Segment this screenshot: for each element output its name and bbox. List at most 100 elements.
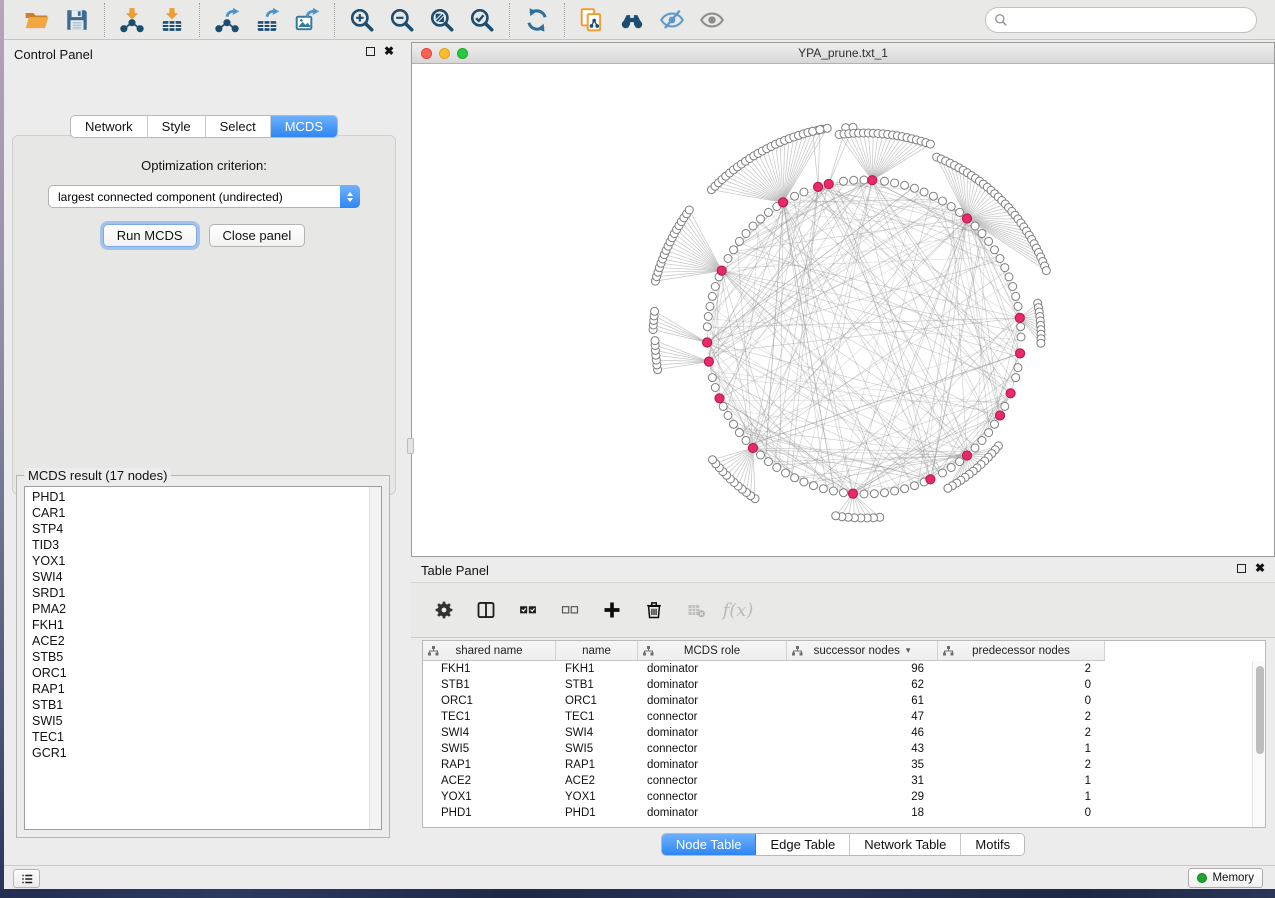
select-all-rows-button[interactable]	[511, 593, 545, 627]
zoom-in-button[interactable]	[342, 4, 382, 36]
cell-shared-name[interactable]: FKH1	[423, 661, 556, 677]
tab-select[interactable]: Select	[206, 116, 271, 137]
mcds-result-item[interactable]: TID3	[25, 537, 381, 553]
cell-predecessor-nodes[interactable]: 2	[938, 725, 1105, 741]
column-header-shared-name[interactable]: shared name	[423, 641, 556, 660]
float-panel-icon[interactable]	[366, 47, 375, 56]
delete-column-button[interactable]	[637, 593, 671, 627]
mcds-result-item[interactable]: PHD1	[25, 489, 381, 505]
panel-splitter-grip[interactable]	[407, 438, 414, 454]
cell-MCDS-role[interactable]: dominator	[638, 661, 787, 677]
cell-shared-name[interactable]: SWI4	[423, 725, 556, 741]
float-table-panel-icon[interactable]	[1237, 564, 1246, 573]
mcds-result-item[interactable]: SRD1	[25, 585, 381, 601]
table-settings-button[interactable]	[427, 593, 461, 627]
table-row[interactable]: ORC1ORC1dominator610	[423, 693, 1265, 709]
export-network-button[interactable]	[207, 4, 247, 36]
cell-MCDS-role[interactable]: connector	[638, 789, 787, 805]
task-history-button[interactable]	[13, 869, 40, 888]
cell-name[interactable]: YOX1	[556, 789, 638, 805]
tab-style[interactable]: Style	[148, 116, 206, 137]
zoom-selected-button[interactable]	[462, 4, 502, 36]
column-header-name[interactable]: name	[556, 641, 638, 660]
close-panel-icon[interactable]: ✖	[384, 47, 394, 56]
cell-successor-nodes[interactable]: 47	[787, 709, 938, 725]
mcds-result-item[interactable]: PMA2	[25, 601, 381, 617]
table-scrollbar-thumb[interactable]	[1256, 666, 1264, 754]
column-selector-button[interactable]	[469, 593, 503, 627]
cell-predecessor-nodes[interactable]: 1	[938, 773, 1105, 789]
cell-predecessor-nodes[interactable]: 0	[938, 693, 1105, 709]
maximize-window-icon[interactable]	[457, 48, 468, 59]
cell-successor-nodes[interactable]: 31	[787, 773, 938, 789]
cell-shared-name[interactable]: ACE2	[423, 773, 556, 789]
cell-predecessor-nodes[interactable]: 2	[938, 757, 1105, 773]
deselect-all-rows-button[interactable]	[553, 593, 587, 627]
cell-successor-nodes[interactable]: 43	[787, 741, 938, 757]
cell-predecessor-nodes[interactable]: 2	[938, 661, 1105, 677]
network-canvas[interactable]	[412, 64, 1274, 556]
cell-successor-nodes[interactable]: 62	[787, 677, 938, 693]
mcds-result-list[interactable]: PHD1CAR1STP4TID3YOX1SWI4SRD1PMA2FKH1ACE2…	[24, 486, 382, 830]
cell-shared-name[interactable]: STB1	[423, 677, 556, 693]
table-row[interactable]: ACE2ACE2connector311	[423, 773, 1265, 789]
mcds-result-item[interactable]: ACE2	[25, 633, 381, 649]
open-folder-button[interactable]	[17, 4, 57, 36]
minimize-window-icon[interactable]	[439, 48, 450, 59]
search-network-button[interactable]	[612, 4, 652, 36]
cell-MCDS-role[interactable]: connector	[638, 709, 787, 725]
import-network-button[interactable]	[112, 4, 152, 36]
cell-successor-nodes[interactable]: 46	[787, 725, 938, 741]
add-column-button[interactable]	[595, 593, 629, 627]
cell-predecessor-nodes[interactable]: 1	[938, 741, 1105, 757]
cell-predecessor-nodes[interactable]: 0	[938, 677, 1105, 693]
import-table-button[interactable]	[152, 4, 192, 36]
clone-network-button[interactable]	[572, 4, 612, 36]
column-header-MCDS-role[interactable]: MCDS role	[638, 641, 787, 660]
save-button[interactable]	[57, 4, 97, 36]
cell-successor-nodes[interactable]: 29	[787, 789, 938, 805]
cell-name[interactable]: TEC1	[556, 709, 638, 725]
cell-successor-nodes[interactable]: 61	[787, 693, 938, 709]
cell-successor-nodes[interactable]: 18	[787, 805, 938, 821]
mcds-result-item[interactable]: STP4	[25, 521, 381, 537]
hide-details-button[interactable]	[652, 4, 692, 36]
cell-MCDS-role[interactable]: dominator	[638, 805, 787, 821]
column-header-predecessor-nodes[interactable]: predecessor nodes	[938, 641, 1105, 660]
cell-MCDS-role[interactable]: dominator	[638, 725, 787, 741]
mcds-result-item[interactable]: CAR1	[25, 505, 381, 521]
cell-shared-name[interactable]: ORC1	[423, 693, 556, 709]
cell-shared-name[interactable]: RAP1	[423, 757, 556, 773]
mcds-result-item[interactable]: ORC1	[25, 665, 381, 681]
optimization-criterion-select[interactable]: largest connected component (undirected)	[48, 185, 360, 208]
close-panel-button[interactable]: Close panel	[209, 224, 306, 247]
tab-mcds[interactable]: MCDS	[271, 116, 337, 137]
tab-node-table[interactable]: Node Table	[662, 834, 757, 855]
table-row[interactable]: PHD1PHD1dominator180	[423, 805, 1265, 821]
mcds-result-item[interactable]: RAP1	[25, 681, 381, 697]
tab-edge-table[interactable]: Edge Table	[756, 834, 850, 855]
cell-shared-name[interactable]: YOX1	[423, 789, 556, 805]
mcds-result-item[interactable]: TEC1	[25, 729, 381, 745]
refresh-button[interactable]	[517, 4, 557, 36]
mcds-result-item[interactable]: STB5	[25, 649, 381, 665]
cell-name[interactable]: ACE2	[556, 773, 638, 789]
network-graph[interactable]	[412, 64, 1274, 556]
search-input[interactable]	[1008, 10, 1256, 30]
cell-predecessor-nodes[interactable]: 1	[938, 789, 1105, 805]
cell-shared-name[interactable]: TEC1	[423, 709, 556, 725]
table-row[interactable]: SWI5SWI5connector431	[423, 741, 1265, 757]
cell-MCDS-role[interactable]: connector	[638, 741, 787, 757]
cell-name[interactable]: SWI5	[556, 741, 638, 757]
cell-name[interactable]: STB1	[556, 677, 638, 693]
mcds-result-item[interactable]: STB1	[25, 697, 381, 713]
zoom-fit-button[interactable]	[422, 4, 462, 36]
mcds-list-scrollbar[interactable]	[369, 487, 381, 829]
mcds-result-item[interactable]: FKH1	[25, 617, 381, 633]
table-scrollbar[interactable]	[1252, 661, 1265, 828]
table-row[interactable]: RAP1RAP1dominator352	[423, 757, 1265, 773]
tab-motifs[interactable]: Motifs	[961, 834, 1024, 855]
table-row[interactable]: FKH1FKH1dominator962	[423, 661, 1265, 677]
mcds-result-item[interactable]: GCR1	[25, 745, 381, 761]
export-table-button[interactable]	[247, 4, 287, 36]
